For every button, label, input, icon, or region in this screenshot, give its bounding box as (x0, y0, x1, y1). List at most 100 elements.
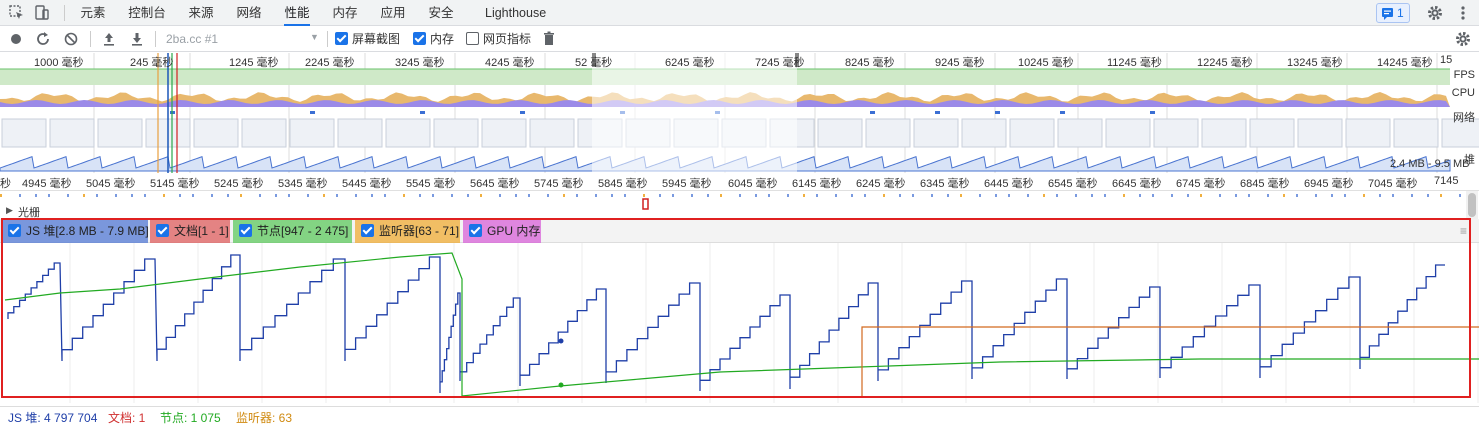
flame-mark (576, 194, 578, 197)
flame-mark (35, 194, 37, 197)
flame-mark (1427, 194, 1429, 197)
clear-icon[interactable] (62, 30, 80, 48)
legend-item-2[interactable]: 节点[947 - 2 475] (233, 219, 352, 243)
flame-mark (1056, 194, 1058, 197)
flame-mark (240, 194, 242, 197)
more-options-icon[interactable] (1454, 4, 1472, 22)
ruler-tick-label: 7045 毫秒 (1368, 178, 1418, 190)
record-icon[interactable] (7, 30, 25, 48)
raster-track-label[interactable]: 光栅 (18, 204, 40, 220)
flame-mark (1075, 194, 1077, 197)
overview-tick-label: 10245 毫秒 (1018, 57, 1074, 69)
overview-tick-label: 14245 毫秒 (1377, 57, 1433, 69)
flame-mark (515, 194, 517, 197)
flame-mark (192, 194, 194, 197)
tab-7[interactable]: 安全 (428, 0, 454, 26)
tab-8[interactable]: Lighthouse (485, 0, 546, 26)
screenshot-thumb (1201, 118, 1247, 148)
tab-4[interactable]: 性能 (284, 0, 310, 26)
legend-checkbox[interactable] (469, 224, 482, 237)
flame-mark (179, 194, 181, 197)
issues-button[interactable]: 1 (1376, 3, 1410, 23)
inspect-element-icon[interactable] (8, 4, 26, 22)
flame-mark (403, 194, 405, 197)
flame-mark (432, 194, 434, 197)
device-toolbar-icon[interactable] (33, 4, 51, 22)
issues-count: 1 (1397, 6, 1404, 20)
divider (90, 31, 91, 47)
flame-mark (211, 194, 213, 197)
tab-0[interactable]: 元素 (80, 0, 106, 26)
memory-checkbox[interactable] (413, 32, 426, 45)
screenshots-checkbox[interactable] (335, 32, 348, 45)
fps-track-label: FPS (1453, 69, 1475, 81)
flame-mark (739, 194, 741, 197)
overview-tick-label: 9245 毫秒 (935, 57, 985, 69)
legend-item-0[interactable]: JS 堆[2.8 MB - 7.9 MB] (2, 219, 149, 243)
flame-mark (259, 194, 261, 197)
screenshot-thumb (337, 118, 383, 148)
trash-icon[interactable] (540, 30, 558, 48)
legend-item-4[interactable]: GPU 内存 (463, 219, 541, 243)
upload-icon[interactable] (100, 30, 118, 48)
legend-item-1[interactable]: 文档[1 - 1] (150, 219, 230, 243)
flame-mark (19, 194, 21, 197)
flame-mark (707, 194, 709, 197)
ruler-tick-label: 4945 毫秒 (22, 178, 72, 190)
webvitals-checkbox[interactable] (466, 32, 479, 45)
ruler-tick-label: 5245 毫秒 (214, 178, 264, 190)
tab-1[interactable]: 控制台 (128, 0, 166, 26)
profile-select[interactable]: 2ba.cc #1 ▼ (160, 29, 322, 49)
flame-mark (1283, 194, 1285, 197)
legend-item-3[interactable]: 监听器[63 - 71] (355, 219, 460, 243)
legend-checkbox[interactable] (8, 224, 21, 237)
flame-mark (1296, 194, 1298, 197)
capture-settings-gear-icon[interactable] (1454, 30, 1472, 48)
ruler-tick-label: 6945 毫秒 (1304, 178, 1354, 190)
tab-3[interactable]: 网络 (236, 0, 262, 26)
flame-mark (1379, 194, 1381, 197)
download-icon[interactable] (128, 30, 146, 48)
legend-checkbox[interactable] (361, 224, 374, 237)
settings-gear-icon[interactable] (1426, 4, 1444, 22)
flame-marks (0, 194, 1461, 210)
tab-6[interactable]: 应用 (380, 0, 406, 26)
flame-mark (307, 194, 309, 197)
ruler-tick-label: 5445 毫秒 (342, 178, 392, 190)
screenshot-thumb (97, 118, 143, 148)
flame-mark (67, 194, 69, 197)
screenshot-thumb (529, 118, 575, 148)
legend-checkbox[interactable] (239, 224, 252, 237)
js-heap-status: JS 堆: 4 797 704 (8, 411, 98, 425)
screenshot-thumb (865, 118, 911, 148)
timeline-overview[interactable]: 1000 毫秒 245 毫秒 1245 毫秒 2245 毫秒 3245 毫秒 4245 毫… (0, 53, 1479, 173)
flame-mark (931, 194, 933, 197)
vertical-scrollbar[interactable] (1466, 191, 1478, 219)
flame-mark (1043, 194, 1045, 197)
ruler-tick-label: 5745 毫秒 (534, 178, 584, 190)
resize-handle-icon[interactable]: ≡ (1460, 224, 1467, 238)
scrollbar-thumb[interactable] (1468, 193, 1476, 217)
ruler-tick-label: 5545 毫秒 (406, 178, 456, 190)
expand-triangle-icon[interactable]: ▶ (6, 205, 13, 216)
screenshot-thumb (1153, 118, 1199, 148)
reload-icon[interactable] (34, 30, 52, 48)
flame-mark (451, 194, 453, 197)
tab-2[interactable]: 来源 (188, 0, 214, 26)
network-request (420, 111, 425, 114)
listeners-status: 监听器: 63 (236, 411, 293, 425)
flame-mark (131, 194, 133, 197)
legend-checkbox[interactable] (156, 224, 169, 237)
flame-mark (288, 194, 290, 197)
overview-tick-label: 11245 毫秒 (1107, 57, 1162, 69)
flame-mark (816, 194, 818, 197)
flame-mark (1104, 194, 1106, 197)
screenshot-thumb (1105, 118, 1151, 148)
network-track-label: 网络 (1453, 112, 1475, 124)
tab-5[interactable]: 内存 (332, 0, 358, 26)
flame-mark (691, 194, 693, 197)
flame-mark (1091, 194, 1093, 197)
flame-mark (419, 194, 421, 197)
flame-mark (1219, 194, 1221, 197)
memory-counters-chart[interactable] (0, 243, 1479, 403)
